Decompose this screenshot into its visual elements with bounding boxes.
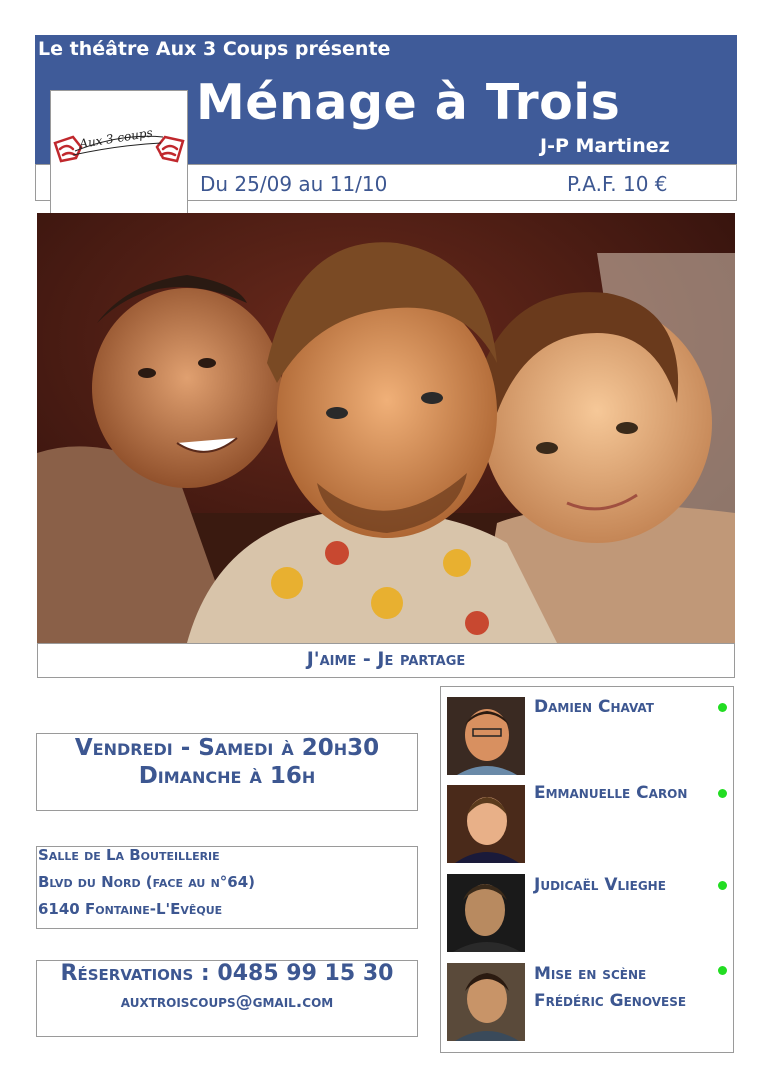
status-dot [718,966,727,975]
ticket-price: P.A.F. 10 € [567,172,668,196]
street-address: Blvd du Nord (face au n°64) [38,873,256,891]
cast-role-director: Mise en scène [534,964,647,984]
cast-portrait-frederic [447,963,525,1041]
tagline: J'aime - Je partage [306,648,466,670]
cast-portrait-judicael [447,874,525,952]
cast-name-frederic: Frédéric Genovese [534,991,687,1011]
theatre-logo: Aux 3 coups [50,90,188,225]
cast-portrait-damien [447,697,525,775]
run-dates: Du 25/09 au 11/10 [200,172,388,196]
show-title: Ménage à Trois [196,74,621,131]
city-address: 6140 Fontaine-L'Evêque [38,900,223,918]
reservation-email[interactable]: auxtroiscoups@gmail.com [36,992,418,1012]
author-name: J-P Martinez [540,135,670,157]
reservation-phone: Réservations : 0485 99 15 30 [60,961,394,986]
cast-portrait-emmanuelle [447,785,525,863]
cast-name-damien: Damien Chavat [534,697,654,717]
status-dot [718,881,727,890]
schedule-line-2: Dimanche à 16h [138,763,316,789]
status-dot [718,703,727,712]
cast-name-emmanuelle: Emmanuelle Caron [534,783,688,803]
cast-name-judicael: Judicaël Vlieghe [534,875,666,895]
schedule-line-1: Vendredi - Samedi à 20h30 [74,735,380,761]
presenter-line: Le théâtre Aux 3 Coups présente [38,38,391,60]
cast-photo [37,213,735,643]
venue-name: Salle de La Bouteillerie [38,846,220,864]
status-dot [718,789,727,798]
